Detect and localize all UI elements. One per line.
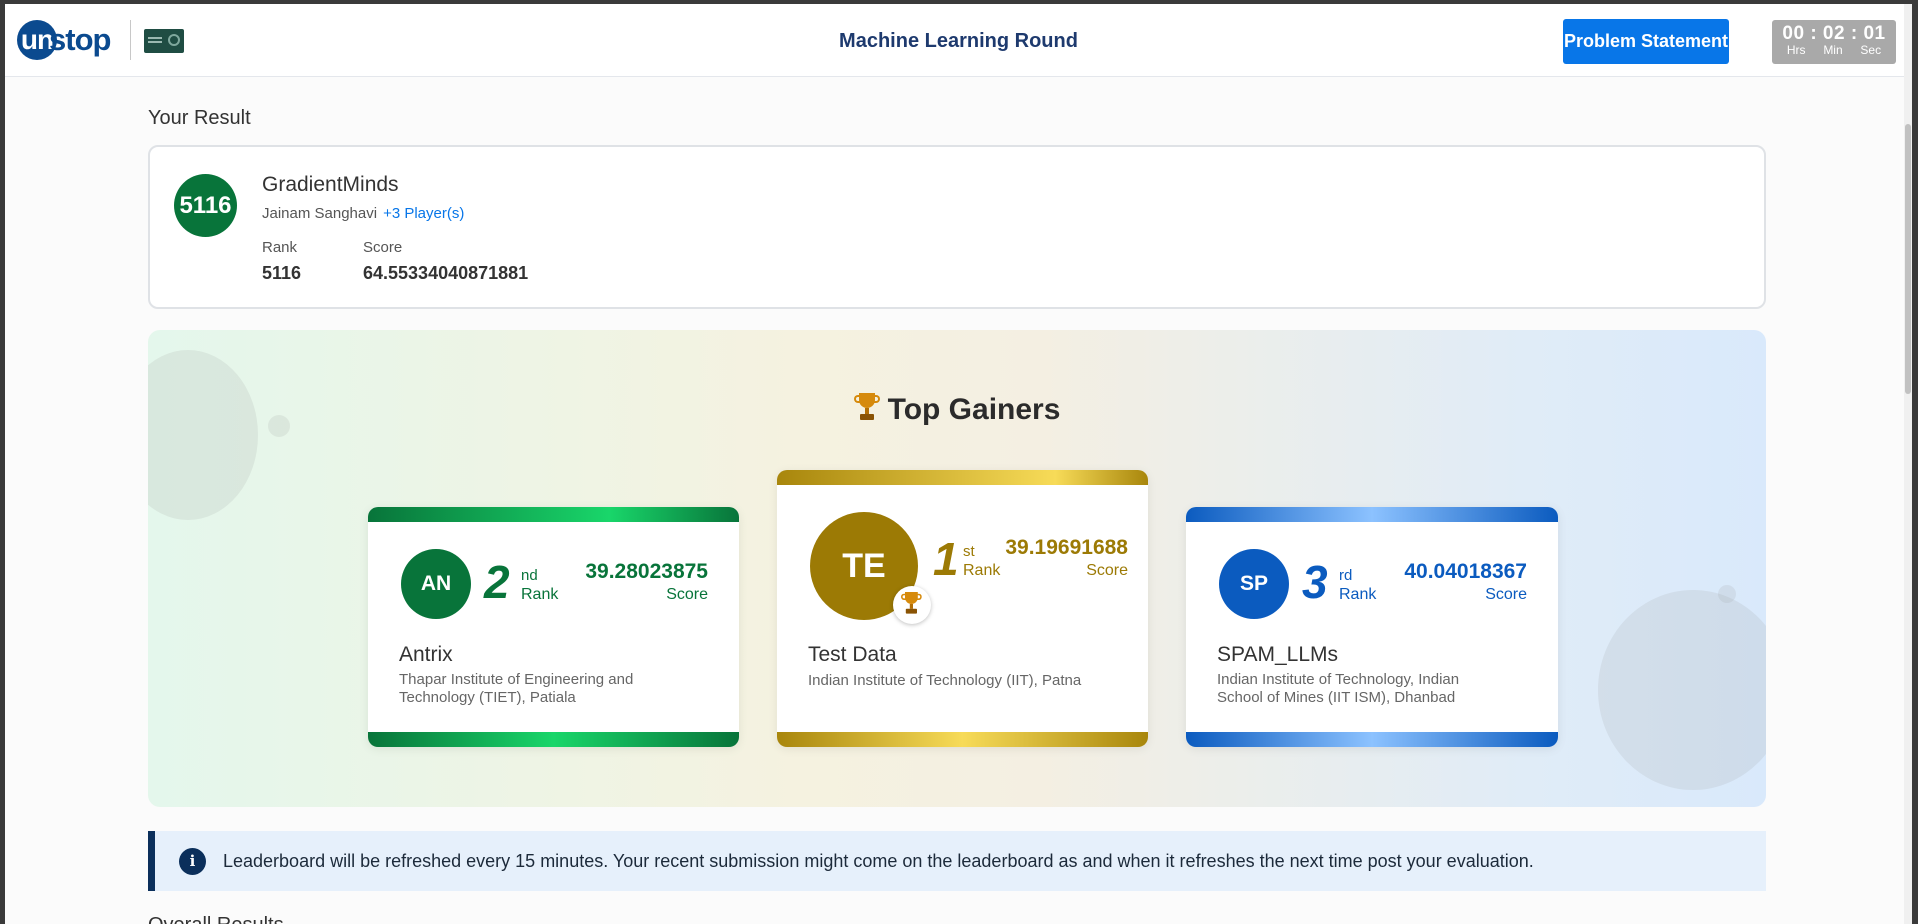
gainer-card-third[interactable]: SP 3 rd Rank 40.04018367 Score SPAM_LLMs… [1186, 507, 1558, 747]
winner-badge [893, 586, 931, 624]
unstop-logo[interactable]: un stop [17, 18, 111, 62]
timer-unit-seconds: Sec [1860, 43, 1882, 57]
rank-label: Rank [1339, 586, 1377, 603]
rank-label: Rank [262, 239, 298, 256]
rank-label: Rank [521, 586, 559, 603]
score-value: 64.55334040871881 [363, 263, 529, 283]
card-top-bar [368, 507, 739, 522]
institute-name: Indian Institute of Technology, Indian S… [1217, 671, 1460, 706]
team-avatar: AN [401, 549, 471, 619]
team-avatar: SP [1219, 549, 1289, 619]
info-icon: i [179, 848, 206, 875]
organizer-logo [144, 29, 184, 53]
result-card: 5116 GradientMinds Jainam Sanghavi +3 Pla… [148, 145, 1766, 309]
more-players-link[interactable]: +3 Player(s) [383, 205, 464, 222]
page-scrollbar[interactable] [1904, 4, 1912, 924]
gainer-card-first[interactable]: TE 1 st Rank 39.19691688 Score Test Data… [777, 470, 1148, 747]
score-label: Score [1086, 562, 1128, 579]
logo-divider [130, 20, 131, 60]
place-suffix: st [963, 543, 975, 560]
institute-name: Indian Institute of Technology (IIT), Pa… [808, 672, 1082, 689]
top-gainers-heading: Top Gainers [148, 393, 1766, 427]
score-label: Score [1485, 586, 1527, 603]
timer-unit-hours: Hrs [1786, 43, 1806, 57]
place-suffix: nd [521, 567, 538, 584]
place-number: 2 [484, 556, 510, 608]
score-label: Score [363, 239, 403, 256]
decorative-shape [148, 350, 258, 520]
score-value: 40.04018367 [1404, 560, 1527, 583]
scrollbar-thumb[interactable] [1905, 124, 1911, 394]
trophy-icon [853, 393, 880, 421]
top-gainers-panel: Top Gainers AN 2 nd Rank 39.28023875 Sco… [148, 330, 1766, 807]
place-suffix: rd [1339, 567, 1353, 584]
score-value: 39.19691688 [1005, 536, 1128, 559]
top-gainers-title: Top Gainers [887, 393, 1061, 426]
timer-value: 00 : 02 : 01 [1782, 23, 1886, 44]
institute-name: Thapar Institute of Engineering and Tech… [399, 671, 634, 706]
team-name: Test Data [808, 643, 897, 666]
rank-label: Rank [963, 562, 1001, 579]
card-top-bar [777, 470, 1148, 485]
team-members: Jainam Sanghavi +3 Player(s) [262, 205, 464, 222]
top-header: un stop Machine Learning Round Problem S… [5, 4, 1912, 77]
notice-text: Leaderboard will be refreshed every 15 m… [223, 851, 1534, 871]
decorative-shape [1598, 590, 1766, 790]
your-result-heading: Your Result [148, 107, 251, 129]
team-name: Antrix [399, 643, 453, 666]
score-value: 39.28023875 [585, 560, 708, 583]
problem-statement-button[interactable]: Problem Statement [1563, 19, 1729, 64]
card-bottom-bar [368, 732, 739, 747]
countdown-timer: 00 : 02 : 01 Hrs Min Sec [1772, 20, 1896, 64]
logo-text: stop [49, 22, 111, 57]
timer-unit-minutes: Min [1823, 43, 1843, 57]
app-window: un stop Machine Learning Round Problem S… [5, 4, 1912, 924]
team-leader: Jainam Sanghavi [262, 205, 378, 222]
team-name: SPAM_LLMs [1217, 643, 1338, 666]
team-name: GradientMinds [262, 173, 399, 196]
card-bottom-bar [1186, 732, 1558, 747]
card-top-bar [1186, 507, 1558, 522]
place-number: 3 [1302, 556, 1328, 608]
decorative-dot [1718, 585, 1736, 603]
score-label: Score [666, 586, 708, 603]
leaderboard-notice: i Leaderboard will be refreshed every 15… [148, 831, 1766, 891]
trophy-icon [901, 592, 922, 614]
gainer-card-second[interactable]: AN 2 nd Rank 39.28023875 Score Antrix Th… [368, 507, 739, 747]
overall-results-heading: Overall Results [148, 914, 284, 924]
rank-value: 5116 [262, 263, 302, 283]
card-bottom-bar [777, 732, 1148, 747]
place-number: 1 [933, 533, 959, 585]
rank-badge: 5116 [174, 174, 237, 237]
